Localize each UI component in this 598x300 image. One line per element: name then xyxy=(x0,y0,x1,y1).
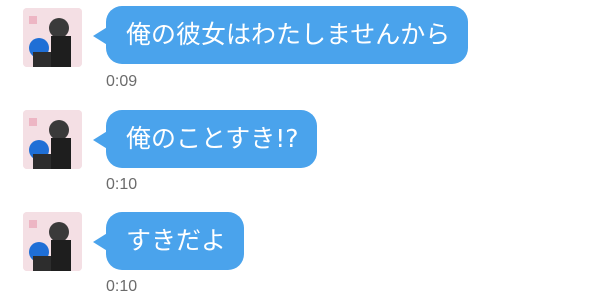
message-timestamp: 0:09 xyxy=(106,73,138,90)
message-text: すきだよ xyxy=(126,226,227,255)
message-text: 俺のことすき!? xyxy=(126,124,299,153)
message-row: 俺の彼女はわたしませんから 0:09 xyxy=(0,0,598,100)
avatar-photo-icon xyxy=(23,212,82,271)
message-bubble[interactable]: 俺のことすき!? xyxy=(93,110,317,168)
message-text: 俺の彼女はわたしませんから xyxy=(126,20,451,49)
avatar-photo-icon xyxy=(23,110,82,169)
message-timestamp: 0:10 xyxy=(106,176,138,193)
message-row: 俺のことすき!? 0:10 xyxy=(0,102,598,202)
message-bubble[interactable]: 俺の彼女はわたしませんから xyxy=(92,6,469,64)
avatar[interactable] xyxy=(23,212,82,271)
message-bubble[interactable]: すきだよ xyxy=(92,212,245,270)
message-timestamp: 0:10 xyxy=(106,278,138,295)
avatar[interactable] xyxy=(23,8,82,67)
avatar-photo-icon xyxy=(23,8,82,67)
message-row: すきだよ 0:10 xyxy=(0,206,598,300)
avatar[interactable] xyxy=(23,110,82,169)
chat-thread: 俺の彼女はわたしませんから 0:09 俺のことすき!? 0:10 すきだよ 0:… xyxy=(0,0,598,300)
